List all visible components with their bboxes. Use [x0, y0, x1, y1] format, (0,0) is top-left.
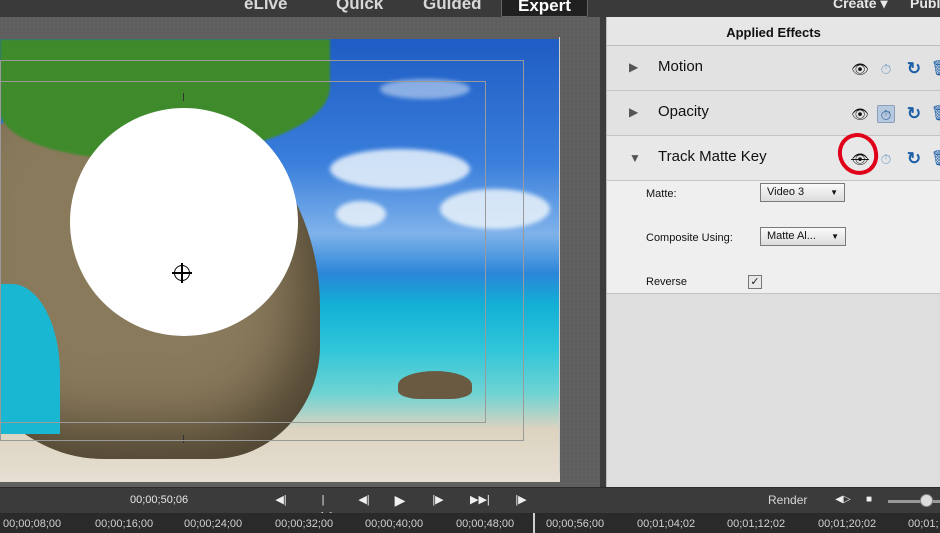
- trash-icon[interactable]: 🗑: [931, 105, 940, 123]
- stopwatch-icon[interactable]: ⏱: [877, 60, 895, 78]
- ruler-timecode: 00;00;16;00: [95, 518, 154, 530]
- panel-title: Applied Effects: [607, 17, 940, 46]
- cloud: [336, 201, 386, 227]
- composite-using-dropdown[interactable]: Matte Al... ▼: [760, 227, 846, 246]
- track-size-icon[interactable]: ■: [860, 492, 878, 508]
- ruler-timecode: 00;00;56;00: [546, 518, 605, 530]
- go-to-start-icon[interactable]: |◀◀: [314, 492, 332, 522]
- ruler-timecode: 00;00;24;00: [184, 518, 243, 530]
- step-forward-icon[interactable]: |▶: [429, 492, 447, 508]
- matte-dropdown[interactable]: Video 3 ▼: [760, 183, 845, 202]
- applied-effects-panel: Applied Effects ▶ Motion 👁 ⏱ ↻ 🗑 ▶ Opaci…: [606, 17, 940, 487]
- step-back-icon[interactable]: ◀|: [355, 492, 373, 508]
- composite-using-label: Composite Using:: [646, 232, 733, 244]
- reset-icon[interactable]: ↻: [905, 150, 923, 168]
- matte-label: Matte:: [646, 188, 677, 200]
- effect-row-track-matte-key[interactable]: ▼ Track Matte Key 👁 ⏱ ↻ 🗑: [607, 136, 940, 181]
- ruler-timecode: 00;01;: [908, 518, 939, 530]
- ruler-timecode: 00;00;40;00: [365, 518, 424, 530]
- tab-expert[interactable]: Expert: [501, 0, 588, 17]
- anchor-point-icon[interactable]: [172, 263, 192, 283]
- effect-name: Opacity: [658, 103, 709, 120]
- chevron-down-icon: ▼: [830, 188, 838, 197]
- frame-handle[interactable]: [183, 93, 184, 101]
- reverse-checkbox[interactable]: ✓: [748, 275, 762, 289]
- stopwatch-icon[interactable]: ⏱: [877, 105, 895, 123]
- expand-caret-icon[interactable]: ▶: [629, 60, 638, 74]
- eye-icon[interactable]: 👁: [851, 105, 869, 123]
- effect-row-motion[interactable]: ▶ Motion 👁 ⏱ ↻ 🗑: [607, 46, 940, 91]
- collapse-caret-icon[interactable]: ▼: [629, 151, 641, 165]
- transport-bar: 00;00;50;06 ◀| |◀◀ ◀| ▶ |▶ ▶▶| |▶ Render…: [0, 487, 940, 522]
- cloud: [440, 189, 550, 229]
- current-timecode[interactable]: 00;00;50;06: [130, 494, 188, 506]
- go-to-end-icon[interactable]: ▶▶|: [470, 492, 490, 508]
- frame-handle[interactable]: [183, 435, 184, 443]
- ruler-timecode: 00;01;20;02: [818, 518, 877, 530]
- trash-icon[interactable]: 🗑: [931, 150, 940, 168]
- stopwatch-icon[interactable]: ⏱: [877, 150, 895, 168]
- ruler-timecode: 00;01;12;02: [727, 518, 786, 530]
- expand-caret-icon[interactable]: ▶: [629, 105, 638, 119]
- playhead[interactable]: [533, 513, 535, 533]
- timeline-ruler[interactable]: 00;00;08;00 00;00;16;00 00;00;24;00 00;0…: [0, 513, 940, 533]
- trash-icon[interactable]: 🗑: [931, 60, 940, 78]
- reset-icon[interactable]: ↻: [905, 105, 923, 123]
- ruler-timecode: 00;01;04;02: [637, 518, 696, 530]
- matte-value: Video 3: [767, 186, 805, 198]
- ruler-timecode: 00;00;08;00: [3, 518, 62, 530]
- cloud: [330, 149, 470, 189]
- chevron-down-icon: ▼: [831, 232, 839, 241]
- fit-timeline-icon[interactable]: ◀▷: [834, 492, 852, 508]
- go-to-out-icon[interactable]: |▶: [512, 492, 530, 508]
- tab-elive[interactable]: eLive: [244, 0, 287, 14]
- create-menu[interactable]: Create ▾: [833, 0, 888, 12]
- effect-name: Track Matte Key: [658, 148, 767, 165]
- monitor-panel: [0, 17, 604, 487]
- effect-name: Motion: [658, 58, 704, 75]
- ruler-timecode: 00;00;32;00: [275, 518, 334, 530]
- preview-frame[interactable]: [0, 39, 560, 482]
- reverse-label: Reverse: [646, 276, 687, 288]
- zoom-slider-handle[interactable]: [920, 494, 933, 507]
- publish-menu[interactable]: Publ: [910, 0, 940, 11]
- matte-shape[interactable]: [70, 108, 298, 336]
- cloud: [380, 79, 470, 99]
- reset-icon[interactable]: ↻: [905, 60, 923, 78]
- ruler-timecode: 00;00;48;00: [456, 518, 515, 530]
- render-button[interactable]: Render: [768, 493, 807, 507]
- composite-value: Matte Al...: [767, 230, 816, 242]
- eye-icon[interactable]: 👁: [851, 60, 869, 78]
- effect-row-opacity[interactable]: ▶ Opacity 👁 ⏱ ↻ 🗑: [607, 91, 940, 136]
- mode-bar: eLive Quick Guided Expert Create ▾ Publ: [0, 0, 940, 17]
- frame-edge: [559, 37, 560, 473]
- track-matte-properties: Matte: Video 3 ▼ Composite Using: Matte …: [607, 181, 940, 294]
- play-icon[interactable]: ▶: [391, 492, 409, 508]
- tab-guided[interactable]: Guided: [423, 0, 482, 14]
- sea-rock: [398, 371, 472, 399]
- go-to-in-icon[interactable]: ◀|: [272, 492, 290, 508]
- tab-quick[interactable]: Quick: [336, 0, 383, 14]
